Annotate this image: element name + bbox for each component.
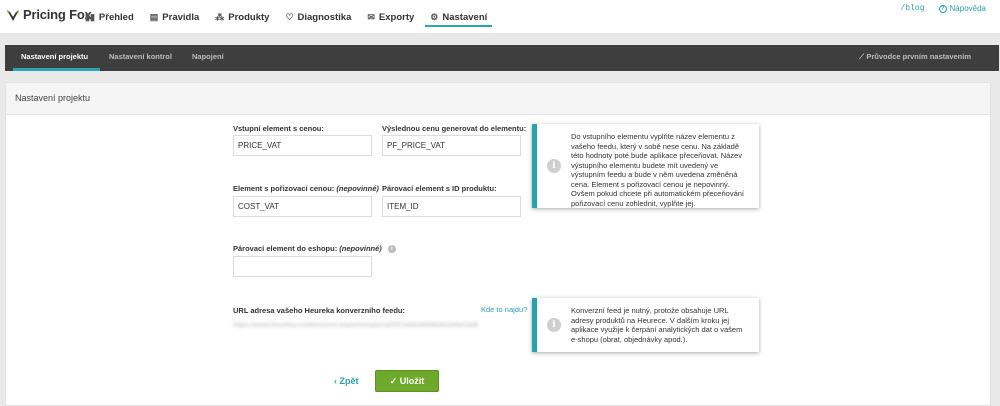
info-icon[interactable]: i — [387, 245, 396, 254]
input-element-field[interactable]: PRICE_VAT — [233, 135, 372, 156]
nav-item-label: Exporty — [378, 11, 415, 23]
heureka-info-box: i Konverzní feed je nutný, protože obsah… — [532, 298, 759, 352]
fox-logo-icon — [6, 8, 20, 22]
optional-note: (nepovinné) — [339, 244, 382, 253]
wizard-button[interactable]: ⟋ Průvodce prvním nastavením — [859, 45, 971, 71]
help-icon: ? — [938, 4, 947, 13]
nav-item-produkty[interactable]: ⁂ Produkty — [210, 0, 274, 34]
save-label: Uložit — [399, 376, 425, 386]
chevron-left-icon: ‹ — [334, 376, 337, 386]
eshop-pairing-label: Párovací element do eshopu: (nepovinné) … — [233, 244, 396, 254]
export-icon: ✉ — [367, 11, 375, 22]
pairing-id-field[interactable]: ITEM_ID — [382, 196, 521, 217]
chart-bars-icon: ▮▮ — [85, 11, 95, 22]
nav-item-prehled[interactable]: ▮▮ Přehled — [80, 0, 139, 34]
nav-item-exporty[interactable]: ✉ Exporty — [362, 0, 419, 34]
diagnostics-icon: ♡ — [285, 11, 294, 22]
eshop-pairing-label-text: Párovací element do eshopu: — [233, 244, 338, 253]
nav-item-diagnostika[interactable]: ♡ Diagnostika — [280, 0, 356, 34]
nav-item-label: Diagnostika — [297, 11, 352, 23]
optional-note: (nepovinné) — [336, 184, 379, 193]
help-link-label: Nápověda — [949, 4, 986, 13]
back-label: Zpět — [339, 376, 359, 386]
brand-logo[interactable]: Pricing Fox — [6, 7, 92, 22]
output-element-label: Výslednou cenu generovat do elementu: — [382, 124, 527, 133]
main-nav: ▮▮ Přehled ▤ Pravidla ⁂ Produkty ♡ Diagn… — [80, 0, 498, 34]
output-element-field[interactable]: PF_PRICE_VAT — [382, 135, 521, 156]
back-link[interactable]: ‹ Zpět — [334, 376, 359, 386]
info-icon: i — [547, 318, 561, 332]
heureka-feed-field[interactable]: https://www.heureka.cz/direct/xml-export… — [233, 318, 521, 334]
nav-item-label: Produkty — [228, 11, 270, 23]
wizard-label: Průvodce prvním nastavením — [866, 52, 971, 61]
elements-info-box: i Do vstupního elementu vyplňte název el… — [532, 124, 759, 208]
rules-icon: ▤ — [149, 11, 159, 22]
tab-napojeni[interactable]: Napojení — [180, 45, 236, 71]
eshop-pairing-field[interactable] — [233, 256, 372, 277]
settings-subnav: Nastavení projektu Nastavení kontrol Nap… — [5, 45, 999, 71]
top-navbar: Pricing Fox ▮▮ Přehled ▤ Pravidla ⁂ Prod… — [0, 0, 1000, 34]
where-to-find-link[interactable]: Kde to najdu? — [481, 305, 527, 314]
pairing-id-label: Párovací element s ID produktu: — [382, 184, 497, 193]
help-link[interactable]: ? Nápověda — [938, 4, 986, 13]
nav-item-nastaveni[interactable]: ⚙ Nastavení — [425, 0, 493, 34]
nav-item-pravidla[interactable]: ▤ Pravidla — [145, 0, 204, 34]
save-button[interactable]: ✓ Uložit — [375, 370, 439, 392]
nav-item-label: Přehled — [98, 11, 134, 23]
check-icon: ✓ — [389, 376, 398, 386]
tab-nastaveni-kontrol[interactable]: Nastavení kontrol — [97, 45, 184, 71]
cost-element-label: Element s pořizovací cenou: (nepovinné) — [233, 184, 379, 193]
top-right-links: /blog ? Nápověda — [887, 4, 987, 13]
heureka-info-text: Konverzní feed je nutný, protože obsahuj… — [571, 306, 743, 344]
cost-element-label-text: Element s pořizovací cenou: — [233, 184, 335, 193]
panel-title: Nastavení projektu — [6, 83, 990, 115]
gear-icon: ⚙ — [430, 11, 439, 22]
tab-nastaveni-projektu[interactable]: Nastavení projektu — [9, 45, 101, 71]
elements-info-text: Do vstupního elementu vyplňte název elem… — [571, 132, 745, 208]
blog-link[interactable]: /blog — [901, 4, 925, 13]
cost-element-field[interactable]: COST_VAT — [233, 196, 372, 217]
heureka-feed-label: URL adresa vašeho Heureka konverzního fe… — [233, 306, 406, 315]
nav-item-label: Nastavení — [442, 11, 488, 23]
nav-item-label: Pravidla — [162, 11, 200, 23]
products-icon: ⁂ — [215, 11, 225, 22]
input-element-label: Vstupní element s cenou: — [233, 124, 324, 133]
info-icon: i — [547, 159, 561, 173]
